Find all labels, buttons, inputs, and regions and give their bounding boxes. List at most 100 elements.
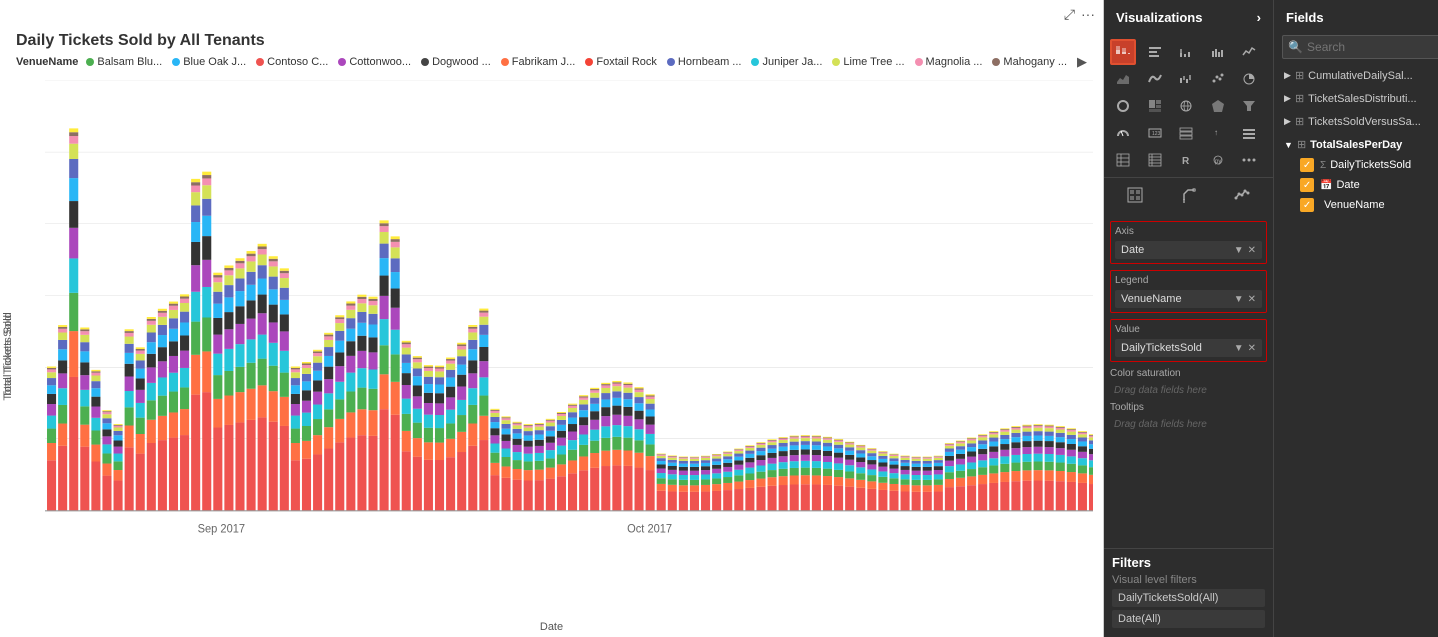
legend-dot-0 [86, 58, 94, 66]
map-icon[interactable] [1173, 93, 1199, 119]
legend-item-5: Fabrikam J... [501, 56, 576, 68]
svg-text:py: py [1215, 159, 1221, 165]
value-well: Value DailyTicketsSold ▼ ✕ [1110, 319, 1267, 362]
table-icon-2: ⊞ [1295, 115, 1304, 128]
viz-panel-header: Visualizations › [1104, 0, 1273, 35]
legend-item-9: Lime Tree ... [832, 56, 904, 68]
focus-mode-icon[interactable]: ⤢ [1064, 6, 1075, 23]
legend-label: VenueName [16, 56, 78, 68]
filter-item-0[interactable]: DailyTicketsSold(All) [1112, 589, 1265, 607]
treemap-icon[interactable] [1142, 93, 1168, 119]
analytics-tab-paint[interactable] [1174, 184, 1204, 211]
field-label-dailytickets: DailyTicketsSold [1330, 159, 1411, 171]
donut-chart-icon[interactable] [1110, 93, 1136, 119]
matrix-icon[interactable] [1142, 147, 1168, 173]
legend-item-6: Foxtail Rock [585, 56, 657, 68]
python-visual-icon[interactable]: py [1205, 147, 1231, 173]
legend-dot-2 [256, 58, 264, 66]
legend-dot-7 [667, 58, 675, 66]
line-chart-icon[interactable] [1236, 39, 1262, 65]
x-axis-label: Date [540, 621, 563, 633]
legend-more-icon[interactable]: ▶ [1077, 54, 1087, 70]
axis-remove-icon[interactable]: ✕ [1248, 245, 1256, 256]
field-item-venuename[interactable]: ✓ VenueName [1294, 195, 1438, 215]
analytics-tab[interactable] [1227, 184, 1257, 211]
field-group-ticketdist-header[interactable]: ▶ ⊞ TicketSalesDistributi... [1278, 88, 1438, 109]
field-group-cumulative-header[interactable]: ▶ ⊞ CumulativeDailySal... [1278, 65, 1438, 86]
color-saturation-section: Color saturation Drag data fields here [1110, 368, 1267, 398]
right-panels: Visualizations › [1104, 0, 1438, 637]
legend-text-7: Hornbeam ... [678, 56, 742, 68]
legend-item-4: Dogwood ... [421, 56, 491, 68]
viz-bottom-tabs [1104, 177, 1273, 217]
filter-item-1[interactable]: Date(All) [1112, 610, 1265, 628]
stacked-bar-chart-icon[interactable] [1110, 39, 1136, 65]
legend-well-value[interactable]: VenueName ▼ ✕ [1115, 290, 1262, 308]
y-axis-label: Total Tickets Sold [2, 312, 14, 398]
legend-text-0: Balsam Blu... [97, 56, 162, 68]
legend-dot-1 [172, 58, 180, 66]
legend-dot-8 [751, 58, 759, 66]
funnel-icon[interactable] [1236, 93, 1262, 119]
axis-well: Axis Date ▼ ✕ [1110, 221, 1267, 264]
filters-title: Filters [1112, 555, 1265, 570]
value-well-value[interactable]: DailyTicketsSold ▼ ✕ [1115, 339, 1262, 357]
visualizations-panel: Visualizations › [1104, 0, 1274, 637]
field-group-ticketsvs-header[interactable]: ▶ ⊞ TicketsSoldVersusSa... [1278, 111, 1438, 132]
table-icon-3: ⊞ [1297, 138, 1306, 151]
legend-value-text: VenueName [1121, 293, 1182, 305]
stacked-column-icon[interactable] [1173, 39, 1199, 65]
legend-remove-icon[interactable]: ✕ [1248, 294, 1256, 305]
field-item-date[interactable]: ✓ 📅 Date [1294, 175, 1438, 195]
value-dropdown-icon[interactable]: ▼ [1234, 343, 1244, 354]
scatter-chart-icon[interactable] [1205, 66, 1231, 92]
kpi-icon[interactable]: ↑ [1205, 120, 1231, 146]
legend-well: Legend VenueName ▼ ✕ [1110, 270, 1267, 313]
more-visuals-icon[interactable] [1236, 147, 1262, 173]
slicer-icon[interactable] [1236, 120, 1262, 146]
group-arrow-0: ▶ [1284, 70, 1291, 81]
sigma-icon-dailytickets: Σ [1320, 160, 1326, 171]
fields-panel: Fields › 🔍 ▶ ⊞ CumulativeDailySal... [1274, 0, 1438, 637]
waterfall-icon[interactable] [1173, 66, 1199, 92]
axis-dropdown-icon[interactable]: ▼ [1234, 245, 1244, 256]
viz-panel-arrow[interactable]: › [1257, 10, 1261, 25]
filled-map-icon[interactable] [1205, 93, 1231, 119]
group-arrow-1: ▶ [1284, 93, 1291, 104]
axis-well-icons: ▼ ✕ [1234, 245, 1256, 256]
pie-chart-icon[interactable] [1236, 66, 1262, 92]
legend-dropdown-icon[interactable]: ▼ [1234, 294, 1244, 305]
field-item-dailytickets[interactable]: ✓ Σ DailyTicketsSold [1294, 155, 1438, 175]
card-icon[interactable]: 123 [1142, 120, 1168, 146]
clustered-bar-icon[interactable] [1142, 39, 1168, 65]
tooltips-empty: Drag data fields here [1110, 417, 1267, 432]
value-value-text: DailyTicketsSold [1121, 342, 1202, 354]
fields-search-container: 🔍 [1282, 35, 1438, 59]
format-tab[interactable] [1120, 184, 1150, 211]
legend-item-11: Mahogany ... [992, 56, 1067, 68]
more-options-icon[interactable]: ··· [1081, 6, 1095, 22]
clustered-column-icon[interactable] [1205, 39, 1231, 65]
fields-list: ▶ ⊞ CumulativeDailySal... ▶ ⊞ TicketSale… [1274, 65, 1438, 637]
area-chart-icon[interactable] [1110, 66, 1136, 92]
gauge-icon[interactable] [1110, 120, 1136, 146]
legend-text-11: Mahogany ... [1003, 56, 1067, 68]
table-visual-icon[interactable] [1110, 147, 1136, 173]
axis-well-value[interactable]: Date ▼ ✕ [1115, 241, 1262, 259]
svg-text:Sep 2017: Sep 2017 [198, 523, 245, 535]
filters-section: Filters Visual level filters DailyTicket… [1104, 548, 1273, 637]
svg-text:123: 123 [1152, 131, 1161, 137]
legend-item-8: Juniper Ja... [751, 56, 822, 68]
table-icon-0: ⊞ [1295, 69, 1304, 82]
ribbon-icon[interactable] [1142, 66, 1168, 92]
field-group-totalsales-header[interactable]: ▼ ⊞ TotalSalesPerDay [1278, 134, 1438, 155]
value-remove-icon[interactable]: ✕ [1248, 343, 1256, 354]
field-group-tickets-vs: ▶ ⊞ TicketsSoldVersusSa... [1278, 111, 1438, 132]
legend-well-icons: ▼ ✕ [1234, 294, 1256, 305]
multi-row-card-icon[interactable] [1173, 120, 1199, 146]
r-visual-icon[interactable]: R [1173, 147, 1199, 173]
field-checkbox-venuename: ✓ [1300, 198, 1314, 212]
search-input[interactable] [1282, 35, 1438, 59]
field-checkbox-dailytickets: ✓ [1300, 158, 1314, 172]
legend-text-10: Magnolia ... [926, 56, 983, 68]
